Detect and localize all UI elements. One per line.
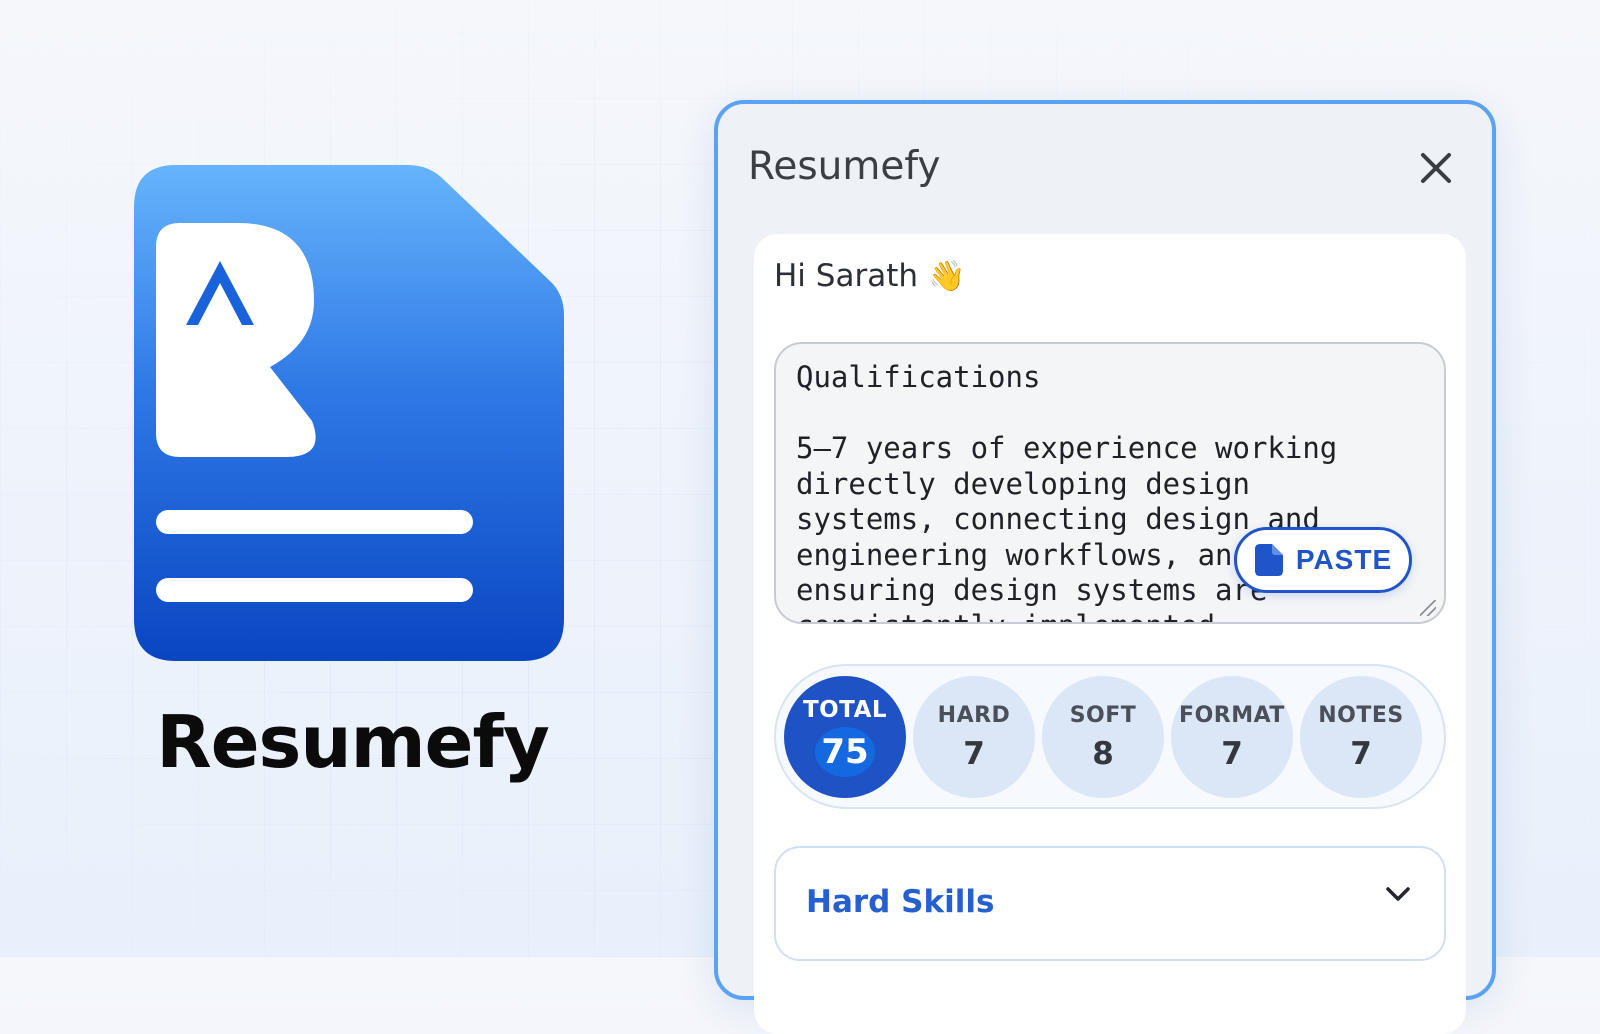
score-value: 8 — [1092, 735, 1114, 772]
score-total[interactable]: TOTAL 75 — [784, 676, 906, 798]
brand-name: Resumefy — [156, 700, 550, 784]
waving-hand-icon: 👋 — [928, 258, 966, 294]
score-label: TOTAL — [802, 697, 888, 723]
score-label: HARD — [937, 702, 1011, 728]
hard-skills-accordion[interactable]: Hard Skills — [774, 846, 1446, 961]
analysis-card: Hi Sarath 👋 Qualifications 5–7 years of … — [754, 234, 1466, 1034]
score-value: 7 — [963, 735, 985, 772]
panel-header: Resumefy — [748, 140, 1462, 196]
accordion-title: Hard Skills — [806, 884, 995, 920]
close-icon — [1421, 153, 1451, 183]
clipboard-icon — [1254, 544, 1283, 576]
score-hard[interactable]: HARD 7 — [913, 676, 1035, 798]
greeting-text: Hi Sarath — [774, 258, 918, 294]
score-format[interactable]: FORMAT 7 — [1171, 676, 1293, 798]
resize-handle[interactable] — [1420, 600, 1436, 616]
score-value: 75 — [815, 727, 875, 777]
resumefy-logo — [130, 165, 575, 675]
score-soft[interactable]: SOFT 8 — [1042, 676, 1164, 798]
panel-title: Resumefy — [748, 144, 941, 189]
score-bar: TOTAL 75 HARD 7 SOFT 8 FORMAT 7 NOTES 7 — [774, 664, 1446, 809]
score-label: SOFT — [1069, 702, 1137, 728]
chevron-down-icon — [1386, 887, 1410, 901]
score-label: FORMAT — [1179, 702, 1285, 728]
paste-label: PASTE — [1295, 544, 1393, 575]
score-label: NOTES — [1318, 702, 1404, 728]
score-notes[interactable]: NOTES 7 — [1300, 676, 1422, 798]
greeting: Hi Sarath 👋 — [774, 258, 965, 294]
paste-button[interactable]: PASTE — [1234, 527, 1412, 593]
score-value: 7 — [1221, 735, 1243, 772]
close-button[interactable] — [1414, 146, 1458, 190]
score-value: 7 — [1350, 735, 1372, 772]
